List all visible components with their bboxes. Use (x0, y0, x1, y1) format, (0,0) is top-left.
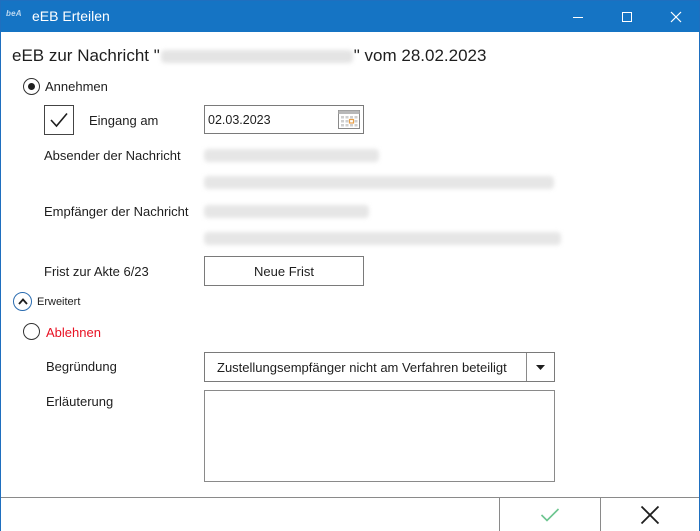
checkmark-icon (50, 112, 68, 128)
received-label: Eingang am (89, 113, 159, 128)
calendar-button[interactable] (337, 108, 361, 131)
window-title: eEB Erteilen (32, 8, 110, 24)
advanced-expander-button[interactable] (13, 292, 32, 311)
close-button[interactable] (653, 1, 699, 32)
app-logo: beA (6, 9, 22, 18)
advanced-label[interactable]: Erweitert (37, 296, 80, 308)
explanation-textarea[interactable] (204, 390, 555, 482)
ok-button[interactable] (499, 498, 600, 531)
close-icon (670, 11, 682, 22)
reason-selected-value: Zustellungsempfänger nicht am Verfahren … (217, 360, 507, 375)
title-suffix: " vom 28.02.2023 (353, 46, 487, 65)
title-bar[interactable]: beA eEB Erteilen (1, 1, 699, 32)
reason-select[interactable]: Zustellungsempfänger nicht am Verfahren … (204, 352, 555, 382)
new-deadline-button[interactable]: Neue Frist (204, 256, 364, 286)
reject-radio[interactable] (23, 323, 40, 340)
title-prefix: eEB zur Nachricht " (12, 46, 160, 65)
minimize-button[interactable] (555, 1, 601, 32)
x-icon (640, 505, 660, 525)
minimize-icon (573, 16, 583, 18)
sender-label: Absender der Nachricht (44, 148, 181, 163)
received-checkbox[interactable] (44, 105, 74, 135)
reason-label: Begründung (46, 359, 117, 374)
dialog-footer (1, 497, 699, 531)
check-icon (540, 508, 560, 522)
redacted-recipient-name (204, 205, 369, 218)
cancel-button[interactable] (600, 498, 699, 531)
recipient-label: Empfänger der Nachricht (44, 204, 189, 219)
redacted-sender-name (204, 149, 379, 162)
reject-label[interactable]: Ablehnen (46, 325, 101, 340)
calendar-icon (338, 110, 360, 129)
deadline-label: Frist zur Akte 6/23 (44, 264, 149, 279)
dialog-window: beA eEB Erteilen eEB zur Nachricht " " vo… (0, 0, 700, 531)
maximize-icon (622, 11, 632, 22)
chevron-up-icon (17, 298, 28, 305)
redacted-sender-id (204, 176, 554, 189)
accept-label[interactable]: Annehmen (45, 79, 108, 94)
redacted-recipient-id (204, 232, 561, 245)
received-date-field[interactable]: 02.03.2023 (204, 105, 364, 134)
explanation-label: Erläuterung (46, 394, 114, 409)
caret-down-icon (536, 364, 545, 370)
accept-radio[interactable] (23, 78, 40, 95)
maximize-button[interactable] (604, 1, 650, 32)
reason-dropdown-button[interactable] (527, 353, 554, 381)
page-title: eEB zur Nachricht " " vom 28.02.2023 (12, 46, 486, 66)
received-date-value: 02.03.2023 (208, 113, 271, 127)
redacted-subject (160, 50, 353, 64)
